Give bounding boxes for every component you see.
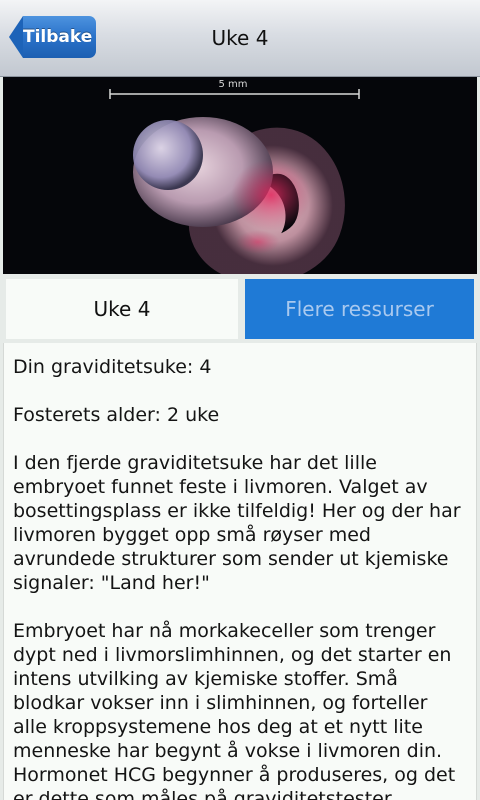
article-paragraph-2: Embryoet har nå morkakeceller som trenge… [13,620,456,800]
embryo-image: 5 mm [3,77,477,274]
embryo-heart [231,159,311,231]
scale-bar-label: 5 mm [218,79,247,90]
tab-more-resources[interactable]: Flere ressurser [245,279,474,339]
tab-week[interactable]: Uke 4 [6,279,238,339]
pregnancy-week-text: Din graviditetsuke: 4 [13,356,212,378]
embryo-red-spot [236,230,280,254]
navigation-bar: Tilbake Uke 4 [0,0,480,77]
fetus-age-text: Fosterets alder: 2 uke [13,404,220,426]
tab-bar: Uke 4 Flere ressurser [3,277,477,341]
article-paragraph-1: I den fjerde graviditetsuke har det lill… [13,452,461,594]
page-title: Uke 4 [211,26,269,50]
embryo-photo: 5 mm [109,79,360,274]
article-content: Din graviditetsuke: 4 Fosterets alder: 2… [3,343,477,800]
embryo-head [133,120,203,190]
